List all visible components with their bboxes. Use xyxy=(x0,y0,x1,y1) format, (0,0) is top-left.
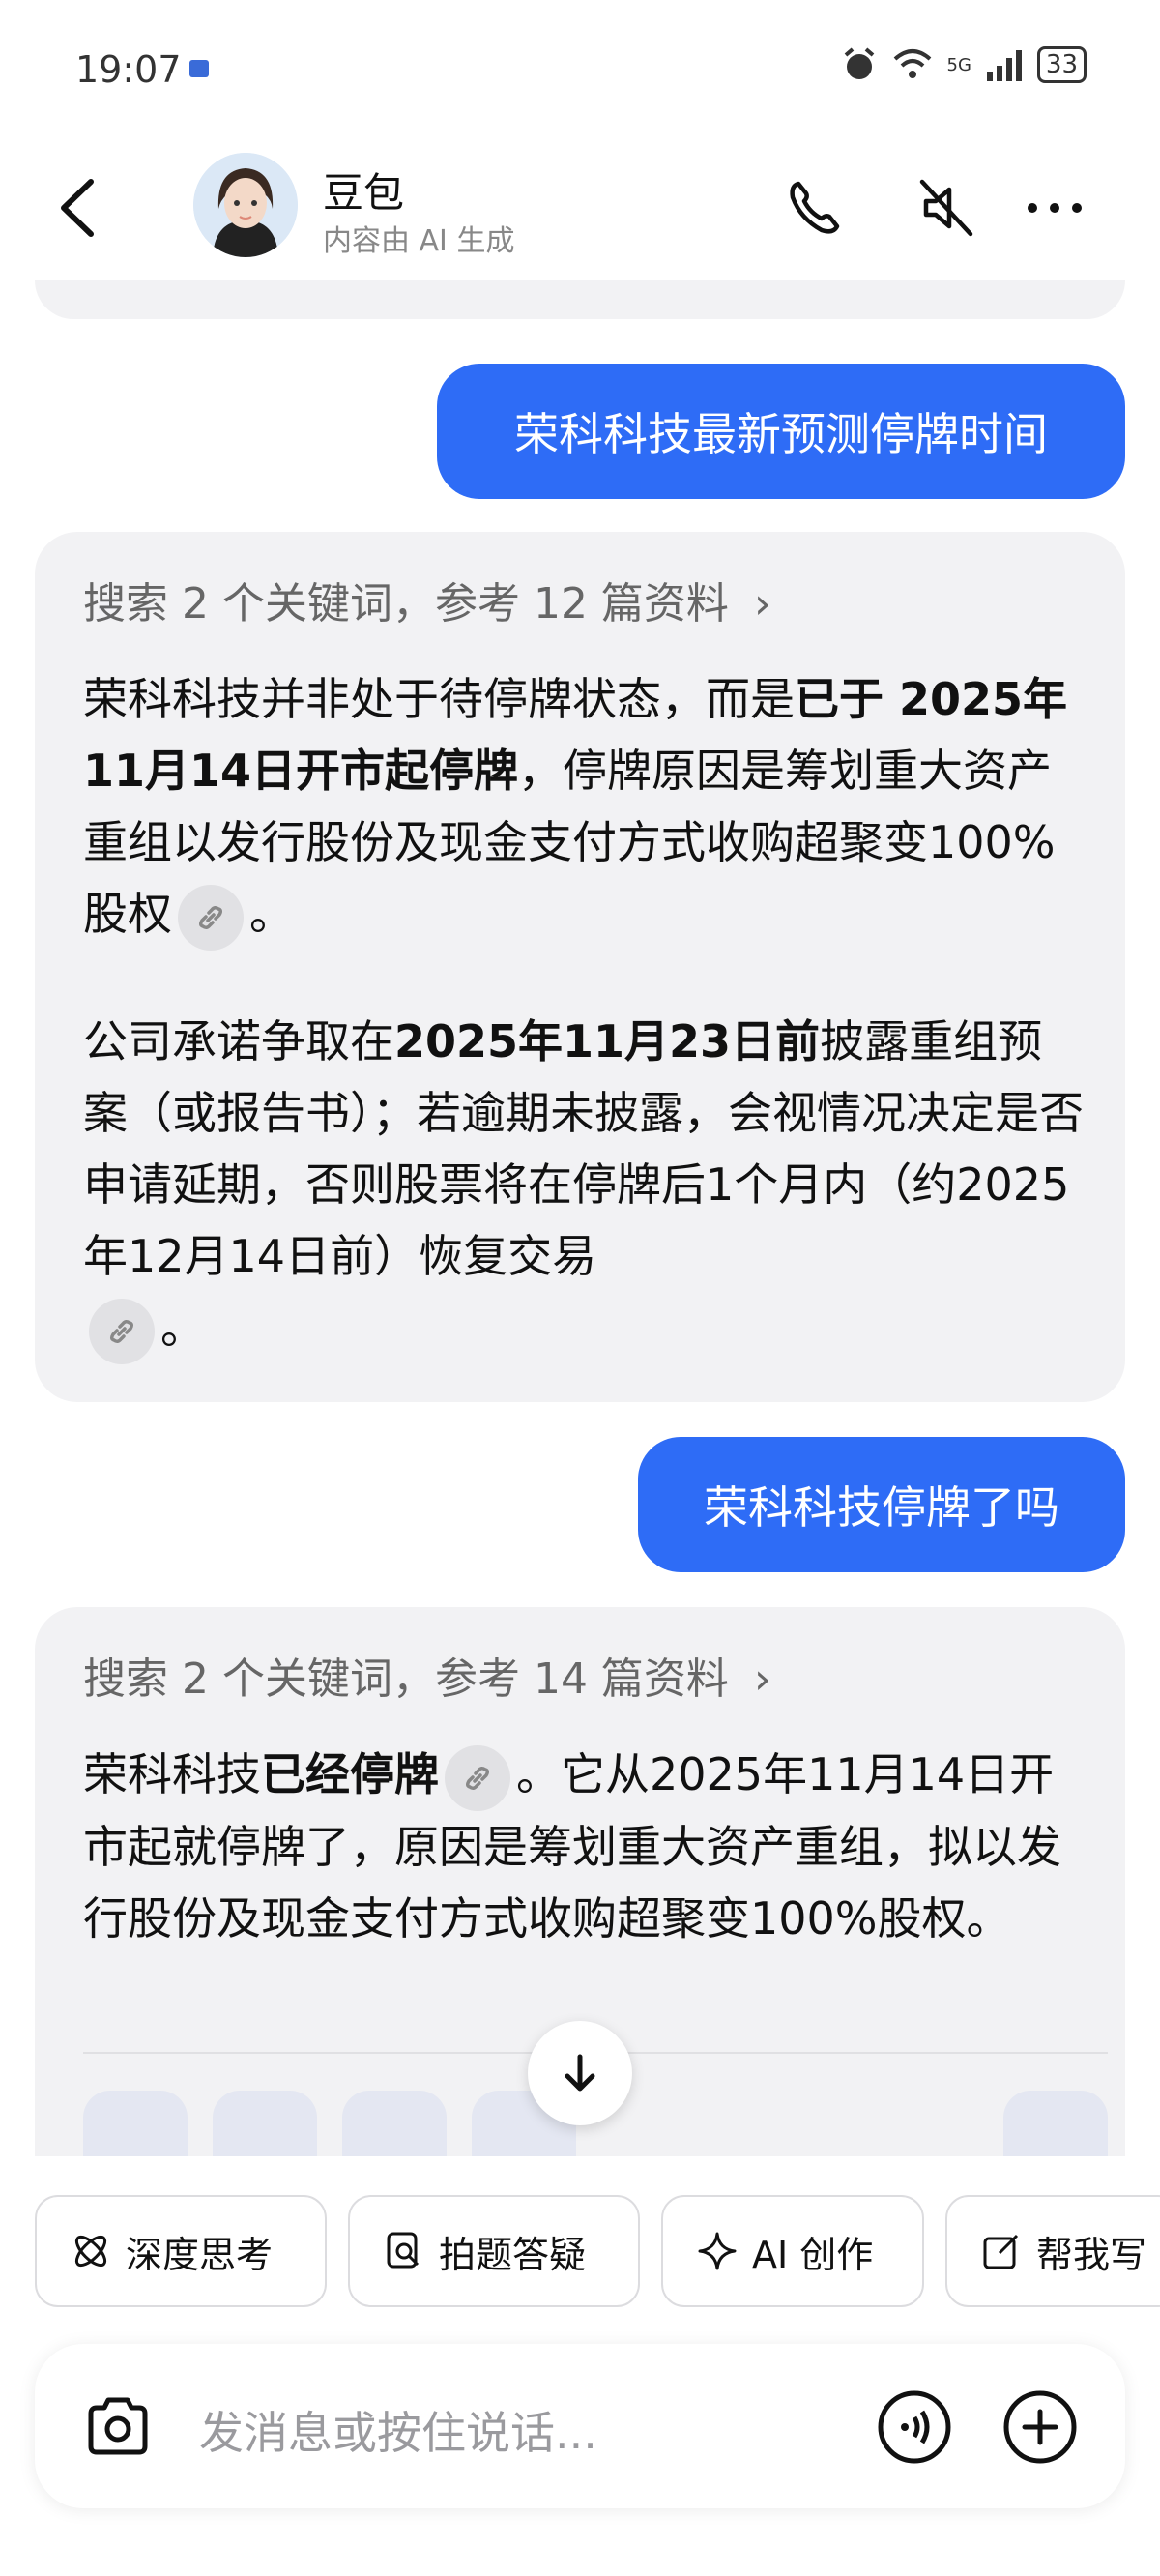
text-span: 。 xyxy=(160,1302,205,1354)
quick-action-deep-think[interactable]: 深度思考 xyxy=(35,2195,327,2307)
edit-icon xyxy=(983,2234,1019,2269)
chip-label: 帮我写 xyxy=(1036,2233,1147,2276)
search-summary[interactable]: 搜索 2 个关键词，参考 12 篇资料 › xyxy=(83,569,771,630)
status-time: 19:07 xyxy=(75,48,182,91)
link-icon[interactable] xyxy=(89,1298,155,1364)
ai-paragraph: 荣科科技并非处于待停牌状态，而是已于 2025年11月14日开市起停牌，停牌原因… xyxy=(83,663,1085,951)
arrow-down-icon xyxy=(565,2054,595,2092)
quick-action-photo-question[interactable]: 拍题答疑 xyxy=(348,2195,640,2307)
bookmark-icon[interactable] xyxy=(342,2091,447,2156)
ai-paragraph: 公司承诺争取在2025年11月23日前披露重组预案（或报告书）；若逾期未披露，会… xyxy=(83,1006,1085,1364)
sim-icon xyxy=(189,60,209,77)
regenerate-icon[interactable] xyxy=(1003,2091,1108,2156)
ai-message-card: 搜索 2 个关键词，参考 12 篇资料 › 荣科科技并非处于待停牌状态，而是已于… xyxy=(35,532,1125,1402)
search-summary-text: 搜索 2 个关键词，参考 12 篇资料 xyxy=(83,579,729,629)
battery-indicator: 33 xyxy=(1036,46,1087,83)
quick-action-bar: 深度思考 拍题答疑 AI 创作 帮我写 xyxy=(0,2195,1160,2311)
voice-icon[interactable] xyxy=(876,2388,953,2466)
previous-message-bubble xyxy=(35,280,1125,319)
message-input-bar: 发消息或按住说话... xyxy=(35,2344,1125,2508)
signal-icon xyxy=(986,50,1022,81)
plus-icon[interactable] xyxy=(1001,2388,1079,2466)
more-icon[interactable] xyxy=(1021,174,1088,242)
message-input[interactable]: 发消息或按住说话... xyxy=(199,2398,597,2462)
mute-speaker-icon[interactable] xyxy=(913,174,980,242)
wifi-icon xyxy=(893,49,931,78)
quick-action-ai-create[interactable]: AI 创作 xyxy=(661,2195,924,2307)
link-icon[interactable] xyxy=(178,884,244,951)
network-type: 5G xyxy=(946,54,972,75)
speaker-icon[interactable] xyxy=(213,2091,317,2156)
user-message[interactable]: 荣科科技最新预测停牌时间 xyxy=(437,364,1125,499)
chevron-right-icon: › xyxy=(753,579,771,629)
chip-label: 深度思考 xyxy=(126,2233,274,2276)
chat-title: 豆包 xyxy=(323,169,405,217)
alarm-icon xyxy=(844,47,874,79)
bold-span: 已经停牌 xyxy=(261,1748,439,1800)
user-message[interactable]: 荣科科技停牌了吗 xyxy=(638,1437,1125,1572)
atom-icon xyxy=(74,2235,107,2268)
ai-paragraph: 荣科科技已经停牌 。它从2025年11月14日开市起就停牌了，原因是筹划重大资产重… xyxy=(83,1739,1085,1954)
chevron-right-icon: › xyxy=(753,1654,771,1704)
quick-action-help-write[interactable]: 帮我写 xyxy=(945,2195,1160,2307)
camera-icon[interactable] xyxy=(81,2390,155,2464)
link-icon[interactable] xyxy=(445,1744,510,1811)
chip-label: AI 创作 xyxy=(752,2233,874,2276)
text-span: 公司承诺争取在 xyxy=(83,1015,394,1068)
sparkle-icon xyxy=(698,2232,737,2270)
photo-search-icon xyxy=(387,2232,420,2269)
chat-header: 豆包 内容由 AI 生成 xyxy=(0,135,1160,280)
back-icon[interactable] xyxy=(48,174,106,242)
text-span: 荣科科技 xyxy=(83,1748,261,1800)
phone-icon[interactable] xyxy=(781,174,849,242)
chat-area[interactable]: 荣科科技最新预测停牌时间 搜索 2 个关键词，参考 12 篇资料 › 荣科科技并… xyxy=(0,280,1160,2156)
status-bar: 19:07 5G 33 xyxy=(0,0,1160,135)
text-span: 荣科科技并非处于待停牌状态，而是 xyxy=(83,673,795,725)
chat-subtitle: 内容由 AI 生成 xyxy=(323,224,515,258)
search-summary-text: 搜索 2 个关键词，参考 14 篇资料 xyxy=(83,1654,729,1704)
search-summary[interactable]: 搜索 2 个关键词，参考 14 篇资料 › xyxy=(83,1644,771,1706)
chip-label: 拍题答疑 xyxy=(439,2233,587,2276)
scroll-down-button[interactable] xyxy=(528,2021,632,2125)
avatar[interactable] xyxy=(193,153,298,257)
text-span: 。 xyxy=(249,888,294,940)
bold-span: 2025年11月23日前 xyxy=(394,1015,821,1068)
status-icons: 5G 33 xyxy=(841,46,1087,83)
copy-icon[interactable] xyxy=(83,2091,188,2156)
